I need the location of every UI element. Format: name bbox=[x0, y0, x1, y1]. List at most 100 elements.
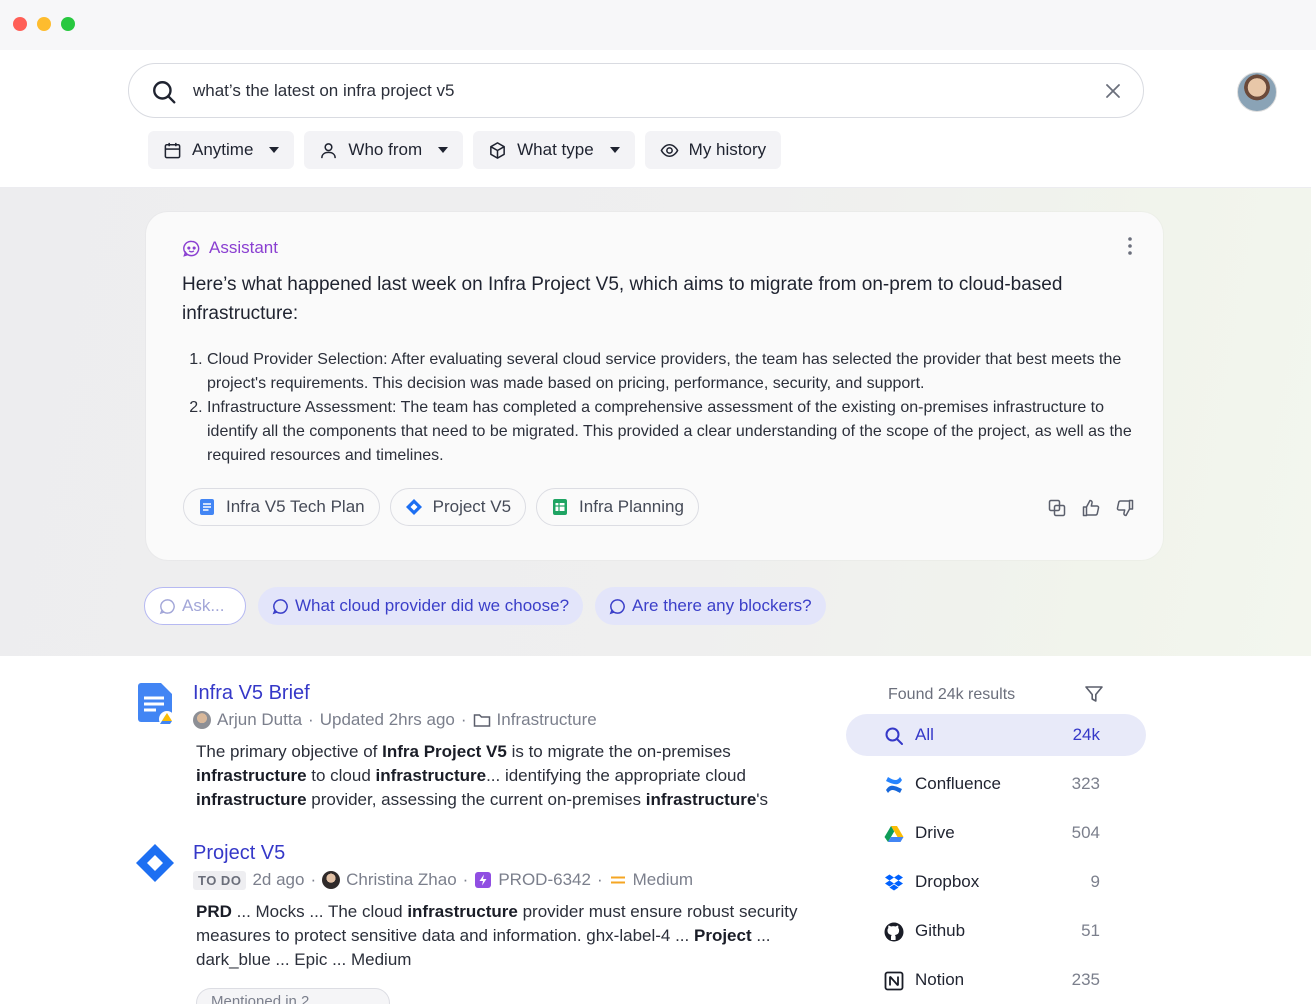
sidebar-item-label: Github bbox=[915, 921, 966, 940]
avatar[interactable] bbox=[1237, 72, 1277, 112]
chip-label: Project V5 bbox=[432, 497, 512, 516]
filter-bar: Anytime Who from What type My history bbox=[148, 131, 782, 169]
chip-label: Infra V5 Tech Plan bbox=[226, 497, 365, 516]
filter-label: Who from bbox=[348, 140, 423, 159]
response-actions bbox=[1047, 498, 1135, 518]
chip-label: Infra Planning bbox=[579, 497, 684, 516]
ask-row: Ask... What cloud provider did we choose… bbox=[144, 587, 826, 625]
suggestion-label: Are there any blockers? bbox=[632, 596, 812, 615]
suggestion-label: What cloud provider did we choose? bbox=[295, 596, 570, 615]
more-options-icon[interactable] bbox=[1127, 236, 1133, 256]
filter-label: My history bbox=[688, 140, 767, 159]
sidebar-item-label: All bbox=[915, 725, 934, 744]
folder-icon bbox=[473, 714, 490, 727]
result-title[interactable]: Project V5 bbox=[193, 842, 285, 865]
search-icon bbox=[153, 81, 176, 104]
result-author[interactable]: Christina Zhao bbox=[346, 870, 457, 890]
sidebar-item-label: Dropbox bbox=[915, 872, 980, 891]
sidebar-item-github[interactable]: Github 51 bbox=[846, 910, 1146, 952]
assistant-card: Assistant Here’s what happened last week… bbox=[146, 212, 1163, 560]
mentioned-in-button[interactable]: Mentioned in 2 bbox=[196, 988, 390, 1004]
result-priority: Medium bbox=[632, 870, 694, 889]
dropbox-icon bbox=[885, 874, 903, 891]
result-author[interactable]: Arjun Dutta bbox=[217, 710, 302, 730]
separator: · bbox=[460, 710, 467, 729]
github-icon bbox=[884, 922, 904, 942]
suggestion-cloud-provider[interactable]: What cloud provider did we choose? bbox=[258, 587, 584, 625]
results-count: Found 24k results bbox=[888, 686, 1016, 703]
source-chip-project[interactable]: Project V5 bbox=[389, 488, 527, 526]
search-bar bbox=[128, 63, 1144, 118]
assistant-point: Infrastructure Assessment: The team has … bbox=[207, 396, 1132, 468]
result-age: 2d ago bbox=[252, 870, 305, 889]
sidebar-item-all[interactable]: All 24k bbox=[846, 714, 1146, 756]
mention-label: Mentioned in 2 bbox=[211, 993, 310, 1004]
sidebar-item-label: Confluence bbox=[915, 774, 1002, 793]
assistant-point: Cloud Provider Selection: After evaluati… bbox=[207, 348, 1132, 396]
sidebar-item-label: Notion bbox=[915, 970, 965, 989]
assistant-points: Cloud Provider Selection: After evaluati… bbox=[182, 348, 1132, 468]
result-updated: Updated 2hrs ago bbox=[319, 710, 455, 729]
result-ticket[interactable]: PROD-6342 bbox=[498, 870, 591, 890]
caret-down-icon bbox=[609, 147, 620, 153]
sidebar-item-count: 51 bbox=[1081, 921, 1100, 940]
window-titlebar bbox=[0, 0, 1316, 50]
assistant-headline: Here’s what happened last week on Infra … bbox=[182, 274, 1063, 324]
filter-who-from[interactable]: Who from bbox=[304, 131, 464, 169]
search-header: Anytime Who from What type My history bbox=[0, 50, 1311, 188]
sidebar-item-notion[interactable]: Notion 235 bbox=[846, 959, 1146, 1001]
jira-icon bbox=[405, 499, 422, 515]
author-avatar bbox=[193, 711, 211, 729]
eye-icon bbox=[660, 143, 679, 157]
notion-icon bbox=[884, 971, 904, 991]
thumbs-down-icon[interactable] bbox=[1115, 498, 1135, 518]
sidebar-item-drive[interactable]: Drive 504 bbox=[846, 812, 1146, 854]
sidebar-item-label: Drive bbox=[915, 823, 955, 842]
copy-icon[interactable] bbox=[1047, 498, 1067, 518]
sidebar-item-count: 24k bbox=[1072, 725, 1100, 744]
search-icon bbox=[885, 727, 903, 745]
separator: · bbox=[310, 870, 317, 889]
result-snippet: The primary objective of Infra Project V… bbox=[196, 742, 769, 809]
source-chip-tech-plan[interactable]: Infra V5 Tech Plan bbox=[183, 488, 380, 526]
result-title[interactable]: Infra V5 Brief bbox=[193, 682, 310, 705]
chat-bubble-icon bbox=[272, 598, 288, 614]
chat-bot-icon bbox=[183, 240, 200, 257]
sidebar-item-confluence[interactable]: Confluence 323 bbox=[846, 763, 1146, 805]
filter-my-history[interactable]: My history bbox=[644, 131, 782, 169]
result-snippet: PRD ... Mocks ... The cloud infrastructu… bbox=[196, 902, 798, 969]
close-icon[interactable] bbox=[1103, 81, 1123, 101]
minimize-window-button[interactable] bbox=[37, 17, 51, 31]
search-input[interactable] bbox=[193, 81, 1073, 101]
status-badge: TO DO bbox=[193, 870, 247, 890]
ask-input[interactable]: Ask... bbox=[144, 587, 246, 625]
sidebar-item-dropbox[interactable]: Dropbox 9 bbox=[846, 861, 1146, 903]
close-window-button[interactable] bbox=[13, 17, 27, 31]
caret-down-icon bbox=[269, 147, 280, 153]
filter-anytime[interactable]: Anytime bbox=[148, 131, 295, 169]
person-icon bbox=[321, 142, 337, 158]
caret-down-icon bbox=[438, 147, 449, 153]
epic-icon bbox=[475, 872, 492, 888]
maximize-window-button[interactable] bbox=[61, 17, 75, 31]
drive-icon bbox=[884, 826, 904, 842]
filter-label: Anytime bbox=[192, 140, 254, 159]
filter-what-type[interactable]: What type bbox=[473, 131, 635, 169]
filter-label: What type bbox=[517, 140, 594, 159]
filter-icon[interactable] bbox=[1084, 684, 1104, 704]
google-sheets-icon bbox=[553, 499, 568, 515]
result-meta: TO DO 2d ago · Christina Zhao · PROD-634… bbox=[193, 870, 693, 890]
assistant-label: Assistant bbox=[182, 238, 278, 258]
thumbs-up-icon[interactable] bbox=[1081, 498, 1101, 518]
chat-bubble-icon bbox=[609, 598, 625, 614]
result-folder[interactable]: Infrastructure bbox=[497, 710, 597, 730]
source-chip-planning[interactable]: Infra Planning bbox=[536, 488, 699, 526]
google-docs-icon bbox=[138, 683, 175, 726]
google-docs-icon bbox=[200, 499, 214, 515]
calendar-icon bbox=[164, 142, 181, 158]
sidebar-item-count: 9 bbox=[1090, 872, 1100, 891]
separator: · bbox=[596, 870, 603, 889]
assistant-title: Assistant bbox=[209, 238, 278, 257]
author-avatar bbox=[322, 871, 341, 889]
suggestion-blockers[interactable]: Are there any blockers? bbox=[595, 587, 826, 625]
